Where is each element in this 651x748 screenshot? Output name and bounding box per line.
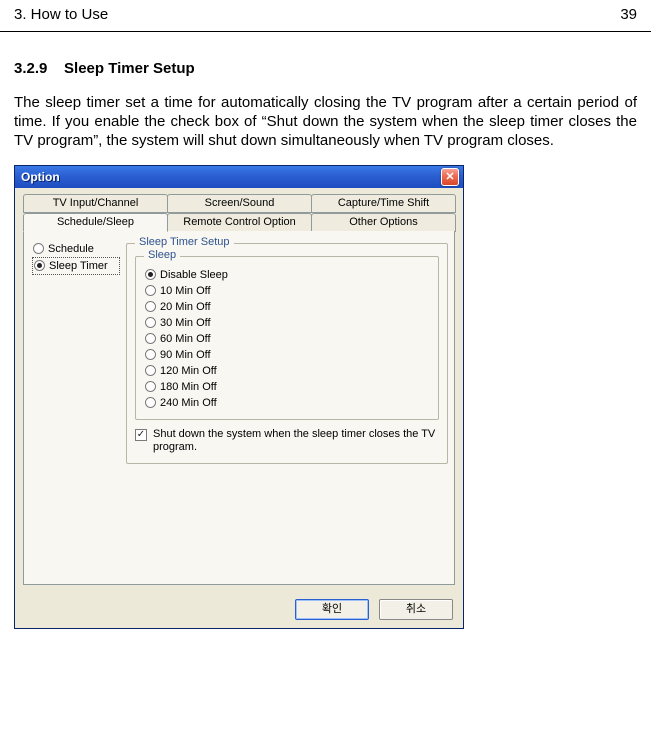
- mode-sleep-timer[interactable]: Sleep Timer: [32, 257, 120, 275]
- mode-schedule[interactable]: Schedule: [32, 241, 120, 257]
- sleep-option-240[interactable]: 240 Min Off: [144, 395, 430, 411]
- mode-schedule-label: Schedule: [48, 243, 94, 255]
- radio-icon: [145, 381, 156, 392]
- section-heading: 3.2.9 Sleep Timer Setup: [0, 32, 651, 77]
- mode-sleep-timer-label: Sleep Timer: [49, 260, 108, 272]
- tab-schedule-sleep[interactable]: Schedule/Sleep: [23, 213, 168, 232]
- sleep-option-20[interactable]: 20 Min Off: [144, 299, 430, 315]
- group-sleep: Sleep Disable Sleep 10 Min Off: [135, 256, 439, 420]
- tab-remote-control-option[interactable]: Remote Control Option: [167, 213, 312, 232]
- sleep-option-label: 120 Min Off: [160, 365, 217, 377]
- page-header: 3. How to Use 39: [0, 0, 651, 32]
- radio-icon: [34, 260, 45, 271]
- tab-screen-sound[interactable]: Screen/Sound: [167, 194, 312, 213]
- tab-panel-schedule-sleep: Schedule Sleep Timer Sleep Timer Setup S…: [23, 231, 455, 585]
- shutdown-label: Shut down the system when the sleep time…: [153, 428, 439, 456]
- sleep-option-label: 30 Min Off: [160, 317, 211, 329]
- page-number: 39: [620, 6, 637, 23]
- option-dialog: Option ✕ TV Input/Channel Screen/Sound C…: [14, 165, 464, 629]
- tab-strip: TV Input/Channel Screen/Sound Capture/Ti…: [23, 194, 455, 232]
- cancel-button[interactable]: 취소: [379, 599, 453, 620]
- checkbox-icon: [135, 429, 147, 441]
- body-paragraph: The sleep timer set a time for automatic…: [0, 77, 651, 151]
- radio-icon: [145, 333, 156, 344]
- section-title: Sleep Timer Setup: [64, 60, 195, 77]
- close-icon[interactable]: ✕: [441, 168, 459, 186]
- sleep-option-label: 180 Min Off: [160, 381, 217, 393]
- section-number: 3.2.9: [14, 60, 47, 77]
- radio-icon: [33, 243, 44, 254]
- sleep-option-label: Disable Sleep: [160, 269, 228, 281]
- radio-icon: [145, 349, 156, 360]
- sleep-option-label: 90 Min Off: [160, 349, 211, 361]
- radio-icon: [145, 397, 156, 408]
- radio-icon: [145, 317, 156, 328]
- sleep-option-label: 20 Min Off: [160, 301, 211, 313]
- tab-other-options[interactable]: Other Options: [311, 213, 456, 232]
- sleep-option-30[interactable]: 30 Min Off: [144, 315, 430, 331]
- sleep-option-label: 60 Min Off: [160, 333, 211, 345]
- dialog-screenshot: Option ✕ TV Input/Channel Screen/Sound C…: [0, 151, 651, 629]
- dialog-footer: 확인 취소: [15, 593, 463, 628]
- radio-icon: [145, 285, 156, 296]
- sleep-option-90[interactable]: 90 Min Off: [144, 347, 430, 363]
- group-sleep-timer-setup: Sleep Timer Setup Sleep Disable Sleep 10…: [126, 243, 448, 465]
- sleep-option-180[interactable]: 180 Min Off: [144, 379, 430, 395]
- sleep-option-label: 240 Min Off: [160, 397, 217, 409]
- group-legend: Sleep Timer Setup: [135, 236, 234, 248]
- ok-button[interactable]: 확인: [295, 599, 369, 620]
- radio-icon: [145, 269, 156, 280]
- tab-capture-time-shift[interactable]: Capture/Time Shift: [311, 194, 456, 213]
- mode-column: Schedule Sleep Timer: [30, 237, 122, 578]
- tab-tv-input-channel[interactable]: TV Input/Channel: [23, 194, 168, 213]
- dialog-body: TV Input/Channel Screen/Sound Capture/Ti…: [15, 188, 463, 593]
- sleep-option-60[interactable]: 60 Min Off: [144, 331, 430, 347]
- sleep-option-label: 10 Min Off: [160, 285, 211, 297]
- group-legend: Sleep: [144, 249, 180, 261]
- shutdown-checkbox-row[interactable]: Shut down the system when the sleep time…: [135, 420, 439, 456]
- radio-icon: [145, 301, 156, 312]
- chapter-label: 3. How to Use: [14, 6, 108, 23]
- sleep-option-disable[interactable]: Disable Sleep: [144, 267, 430, 283]
- titlebar-text: Option: [21, 170, 60, 184]
- radio-icon: [145, 365, 156, 376]
- sleep-timer-setup-area: Sleep Timer Setup Sleep Disable Sleep 10…: [122, 237, 448, 578]
- sleep-option-120[interactable]: 120 Min Off: [144, 363, 430, 379]
- titlebar[interactable]: Option ✕: [15, 166, 463, 188]
- sleep-option-10[interactable]: 10 Min Off: [144, 283, 430, 299]
